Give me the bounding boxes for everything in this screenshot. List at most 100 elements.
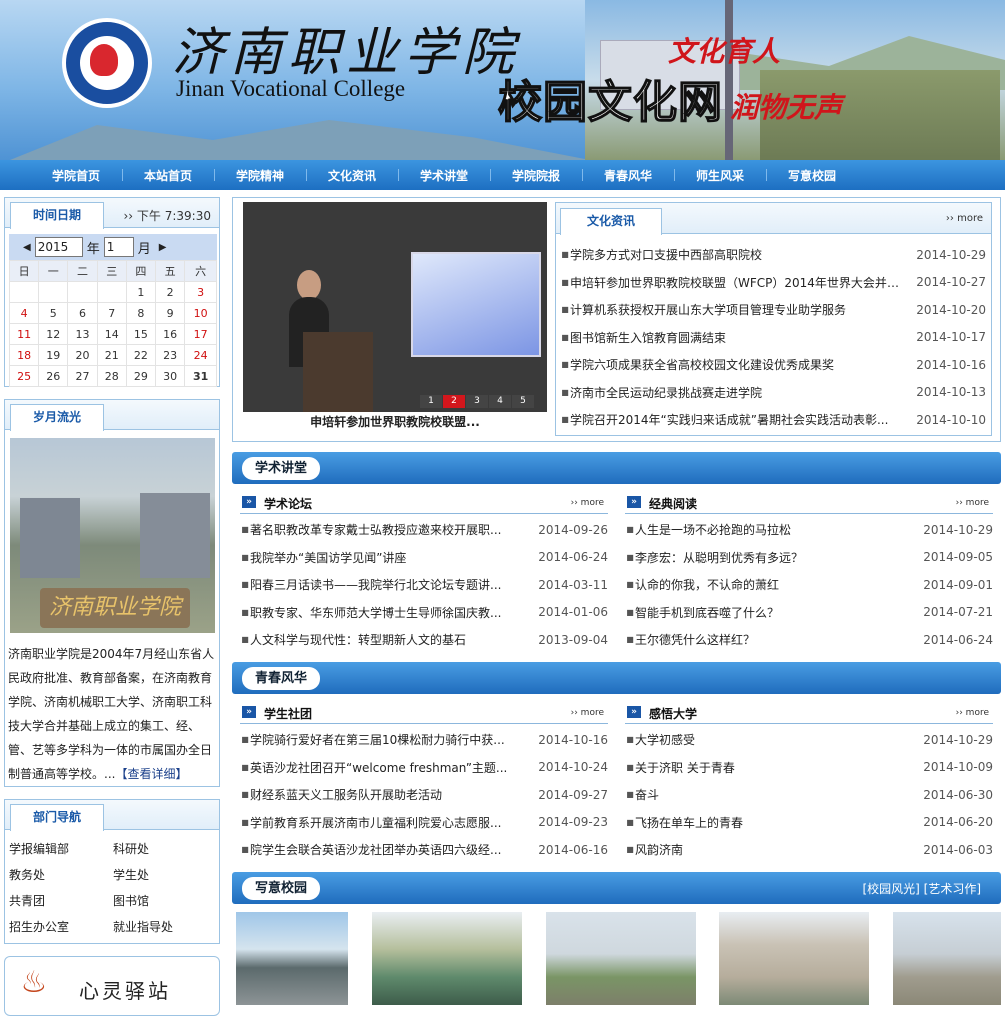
calendar-day[interactable]: 26	[38, 365, 69, 387]
calendar-day[interactable]: 8	[125, 302, 157, 324]
campus-category-links[interactable]: [校园风光] [艺术习作]	[862, 880, 981, 897]
feature-slide-image[interactable]	[243, 202, 547, 412]
list-item[interactable]: ■ 英语沙龙社团召开“welcome freshman”主题... 2014-10-…	[240, 754, 608, 782]
nav-lecture[interactable]: 学术讲堂	[398, 167, 490, 184]
slide-page-button-active[interactable]: 2	[443, 395, 465, 408]
dept-link[interactable]: 招生办公室	[9, 914, 113, 940]
calendar-day[interactable]	[8, 281, 40, 303]
youth-section-title[interactable]: 青春风华	[242, 667, 321, 690]
calendar-day[interactable]: 30	[155, 365, 186, 387]
nav-newspaper[interactable]: 学院院报	[490, 167, 582, 184]
culture-news-more[interactable]: more	[946, 213, 983, 224]
nav-site-home[interactable]: 本站首页	[122, 167, 214, 184]
list-item[interactable]: ■ 人文科学与现代性：转型期新人文的基石 2013-09-04	[240, 626, 608, 654]
dept-link[interactable]: 科研处	[113, 836, 217, 862]
campus-photo[interactable]	[893, 912, 1001, 1005]
list-item[interactable]: ■ 院学生会联合英语沙龙社团举办英语四六级经... 2014-06-16	[240, 836, 608, 864]
news-row[interactable]: ■ 计算机系获授权开展山东大学项目管理专业助学服务 2014-10-20	[560, 296, 986, 324]
nav-youth[interactable]: 青春风华	[582, 167, 674, 184]
calendar-day[interactable]: 27	[67, 365, 98, 387]
college-logo[interactable]	[62, 18, 152, 108]
calendar-day[interactable]: 24	[184, 344, 217, 366]
calendar-day[interactable]: 9	[155, 302, 186, 324]
calendar-day[interactable]: 29	[125, 365, 157, 387]
forum-more[interactable]: more	[566, 498, 604, 508]
calendar-day[interactable]: 13	[67, 323, 98, 345]
slide-page-button[interactable]: 3	[466, 395, 488, 408]
slide-page-button[interactable]: 5	[512, 395, 534, 408]
list-item[interactable]: ■ 风韵济南 2014-06-03	[625, 836, 993, 864]
calendar-day[interactable]: 22	[125, 344, 157, 366]
list-item[interactable]: ■ 人生是一场不必抢跑的马拉松 2014-10-29	[625, 516, 993, 544]
month-input[interactable]: 1	[103, 237, 134, 257]
campus-photo[interactable]	[719, 912, 869, 1005]
prev-year-icon[interactable]: ◀	[23, 242, 31, 253]
calendar-day[interactable]: 14	[96, 323, 127, 345]
nav-college-home[interactable]: 学院首页	[30, 167, 122, 184]
slide-page-button[interactable]: 4	[489, 395, 511, 408]
heart-station-banner[interactable]: ♨ 心灵驿站	[4, 956, 220, 1016]
calendar-day[interactable]: 28	[96, 365, 127, 387]
calendar-day[interactable]: 6	[67, 302, 98, 324]
calendar-day[interactable]: 16	[155, 323, 186, 345]
year-input[interactable]: 2015	[34, 237, 83, 257]
calendar-day[interactable]: 15	[125, 323, 157, 345]
list-item[interactable]: ■ 我院举办“美国访学见闻”讲座 2014-06-24	[240, 544, 608, 572]
calendar-day[interactable]: 5	[38, 302, 69, 324]
calendar-day[interactable]: 25	[8, 365, 40, 387]
news-row[interactable]: ■ 申培轩参加世界职教院校联盟（WFCP）2014年世界大会并在... 2014-1…	[560, 269, 986, 297]
lecture-section-title[interactable]: 学术讲堂	[242, 457, 321, 480]
calendar-day[interactable]: 20	[67, 344, 98, 366]
calendar-day[interactable]: 4	[8, 302, 40, 324]
news-row[interactable]: ■ 学院六项成果获全省高校校园文化建设优秀成果奖 2014-10-16	[560, 351, 986, 379]
list-item[interactable]: ■ 李彦宏：从聪明到优秀有多远？ 2014-09-05	[625, 544, 993, 572]
campus-photo[interactable]	[236, 912, 348, 1005]
intro-more-link[interactable]: 【查看详细】	[115, 767, 187, 781]
dept-link[interactable]: 教务处	[9, 862, 113, 888]
news-row[interactable]: ■ 图书馆新生入馆教育圆满结束 2014-10-17	[560, 324, 986, 352]
calendar-day[interactable]: 3	[184, 281, 217, 303]
slide-page-button[interactable]: 1	[420, 395, 442, 408]
insight-title[interactable]: 感悟大学	[649, 705, 697, 722]
calendar-day[interactable]: 1	[125, 281, 157, 303]
list-item[interactable]: ■ 智能手机到底吞噬了什么？ 2014-07-21	[625, 599, 993, 627]
list-item[interactable]: ■ 著名职教改革专家戴士弘教授应邀来校开展职... 2014-09-26	[240, 516, 608, 544]
dept-link[interactable]: 图书馆	[113, 888, 217, 914]
calendar-day[interactable]: 21	[96, 344, 127, 366]
list-item[interactable]: ■ 关于济职 关于青春 2014-10-09	[625, 754, 993, 782]
calendar-day[interactable]: 17	[184, 323, 217, 345]
calendar-day-today[interactable]: 31	[184, 365, 217, 387]
classic-reading-title[interactable]: 经典阅读	[649, 495, 697, 512]
slide-caption[interactable]: 申培轩参加世界职教院校联盟...	[243, 412, 547, 432]
news-row[interactable]: ■ 学院召开2014年“实践归来话成就”暑期社会实践活动表彰... 2014-10-…	[560, 406, 986, 434]
calendar-day[interactable]	[96, 281, 127, 303]
list-item[interactable]: ■ 王尔德凭什么这样红？ 2014-06-24	[625, 626, 993, 654]
campus-gate-photo[interactable]: 济南职业学院	[10, 438, 215, 633]
dept-link[interactable]: 学生处	[113, 862, 217, 888]
calendar-day[interactable]: 7	[96, 302, 127, 324]
clubs-title[interactable]: 学生社团	[264, 705, 312, 722]
news-row[interactable]: ■ 学院多方式对口支援中西部高职院校 2014-10-29	[560, 241, 986, 269]
calendar-day[interactable]: 18	[8, 344, 40, 366]
list-item[interactable]: ■ 大学初感受 2014-10-29	[625, 726, 993, 754]
list-item[interactable]: ■ 阳春三月话读书——我院举行北文论坛专题讲... 2014-03-11	[240, 571, 608, 599]
campus-section-title[interactable]: 写意校园	[242, 877, 321, 900]
dept-link[interactable]: 就业指导处	[113, 914, 217, 940]
classic-reading-more[interactable]: more	[951, 498, 989, 508]
clubs-more[interactable]: more	[566, 708, 604, 718]
nav-people[interactable]: 师生风采	[674, 167, 766, 184]
dept-link[interactable]: 共青团	[9, 888, 113, 914]
nav-campus[interactable]: 写意校园	[766, 167, 858, 184]
nav-culture-news[interactable]: 文化资讯	[306, 167, 398, 184]
insight-more[interactable]: more	[951, 708, 989, 718]
next-month-icon[interactable]: ▶	[159, 242, 167, 253]
list-item[interactable]: ■ 职教专家、华东师范大学博士生导师徐国庆教... 2014-01-06	[240, 599, 608, 627]
dept-link[interactable]: 学报编辑部	[9, 836, 113, 862]
calendar-day[interactable]: 19	[38, 344, 69, 366]
calendar-day[interactable]	[38, 281, 69, 303]
calendar-day[interactable]: 12	[38, 323, 69, 345]
list-item[interactable]: ■ 奋斗 2014-06-30	[625, 781, 993, 809]
calendar-day[interactable]: 2	[155, 281, 186, 303]
calendar-day[interactable]: 10	[184, 302, 217, 324]
calendar-day[interactable]	[67, 281, 98, 303]
